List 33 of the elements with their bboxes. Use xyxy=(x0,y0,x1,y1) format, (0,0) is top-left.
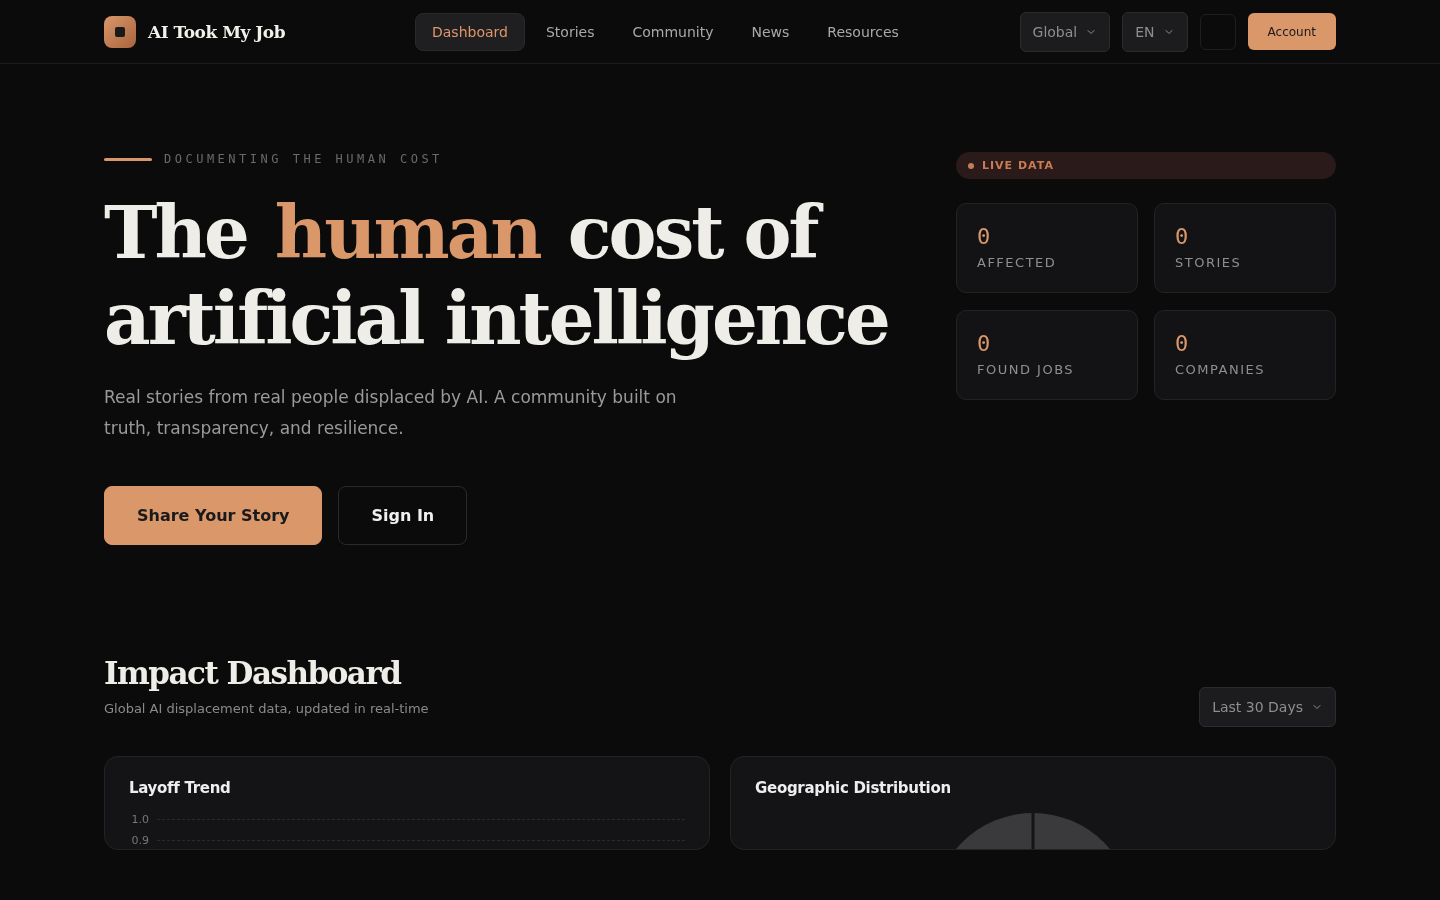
title-word: human xyxy=(274,190,542,276)
chart-title: Geographic Distribution xyxy=(755,779,952,797)
eyebrow-text: DOCUMENTING THE HUMAN COST xyxy=(164,152,443,166)
dropdown-button[interactable]: EN xyxy=(1122,11,1188,52)
title-word: The xyxy=(104,190,248,276)
stat-value: 0 xyxy=(977,331,992,356)
sign-in-button[interactable]: Sign In xyxy=(338,486,468,545)
share-story-button[interactable]: Share Your Story xyxy=(104,486,323,545)
stat-label: FOUND JOBS xyxy=(977,362,1076,377)
nav-link[interactable]: Community xyxy=(615,12,731,51)
stat-label: AFFECTED xyxy=(977,255,1058,270)
title-word: artificial intelligence xyxy=(104,276,889,362)
stat-value: 0 xyxy=(977,224,992,249)
nav-link[interactable]: Stories xyxy=(528,12,612,51)
stat-label: STORIES xyxy=(1175,255,1243,270)
hero-subtitle: Real stories from real people displaced by AI. A community built on truth, transparency, and resilience. xyxy=(104,386,678,440)
nav-link[interactable]: Resources xyxy=(810,12,916,51)
chart-title: Layoff Trend xyxy=(129,779,232,797)
dropdown-button[interactable]: Global xyxy=(1019,11,1111,52)
live-label: LIVE DATA xyxy=(982,159,1054,172)
title-word: cost of xyxy=(567,190,823,276)
stat-value: 0 xyxy=(1175,224,1190,249)
axis-tick-label: 0.9 xyxy=(130,834,149,847)
section-subtitle: Global AI displacement data, updated in real-time xyxy=(104,701,429,716)
nav-link[interactable]: Dashboard xyxy=(415,12,525,51)
axis-tick-label: 1.0 xyxy=(130,813,149,826)
nav-link[interactable]: News xyxy=(734,12,807,51)
account-button[interactable]: Account xyxy=(1247,13,1336,50)
stat-label: COMPANIES xyxy=(1175,362,1266,377)
section-title: Impact Dashboard xyxy=(104,655,402,691)
brand-name: AI Took My Job xyxy=(148,21,286,42)
range-dropdown[interactable]: Last 30 Days xyxy=(1199,687,1336,727)
stat-value: 0 xyxy=(1175,331,1190,356)
